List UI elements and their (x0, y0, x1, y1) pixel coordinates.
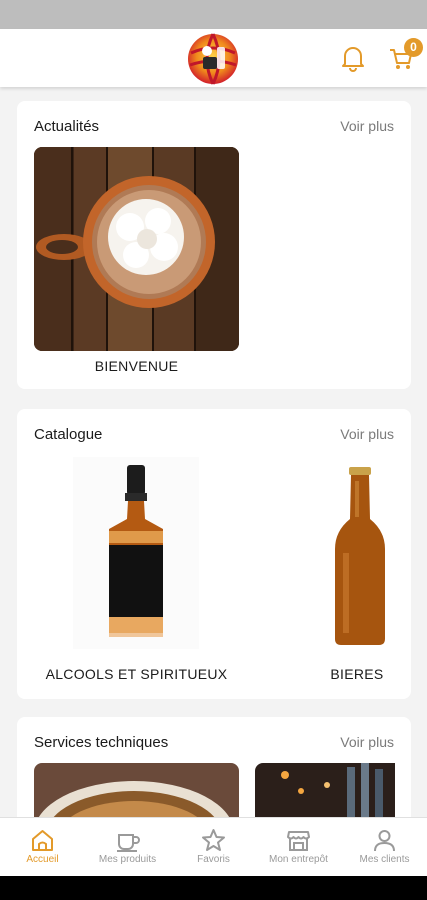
bell-icon[interactable] (340, 44, 366, 72)
nav-item-favorites[interactable]: Favoris (171, 818, 256, 877)
bottom-navigation: Accueil Mes produits Favoris Mon entrepô… (0, 817, 427, 876)
services-section: Services techniques Voir plus (17, 717, 411, 817)
nav-item-home[interactable]: Accueil (0, 818, 85, 877)
see-more-link[interactable]: Voir plus (340, 426, 394, 442)
nav-label: Mes produits (98, 854, 157, 865)
star-icon (202, 829, 225, 851)
globe-logo-icon[interactable] (187, 33, 239, 85)
coffee-image (34, 763, 239, 817)
section-title: Catalogue (34, 426, 103, 443)
see-more-link[interactable]: Voir plus (340, 118, 394, 134)
main-scroll[interactable]: Actualités Voir plus BIENVENUE Catalogue… (0, 87, 427, 817)
nav-item-warehouse[interactable]: Mon entrepôt (256, 818, 341, 877)
nav-item-clients[interactable]: Mes clients (342, 818, 427, 877)
cart-count-badge[interactable]: 0 (404, 38, 423, 57)
see-more-link[interactable]: Voir plus (340, 734, 394, 750)
catalog-item-label[interactable]: BIERES (307, 666, 407, 682)
whiskey-bottle-image[interactable] (73, 457, 199, 649)
nav-label: Mon entrepôt (269, 854, 328, 865)
store-icon (287, 831, 310, 851)
news-card-image[interactable] (34, 147, 239, 351)
nav-label: Accueil (26, 854, 59, 865)
status-bar (0, 0, 427, 29)
catalog-section: Catalogue Voir plus ALCOOLS ET SPIRITUEU… (17, 409, 411, 699)
beer-bottle-image[interactable] (313, 457, 403, 649)
section-title: Services techniques (34, 734, 169, 751)
nav-label: Mes clients (359, 854, 410, 865)
user-icon (374, 830, 395, 852)
news-section: Actualités Voir plus BIENVENUE (17, 101, 411, 389)
nav-item-products[interactable]: Mes produits (85, 818, 170, 877)
service-card-image[interactable] (255, 763, 395, 817)
cup-icon (117, 834, 140, 852)
coffee-cup-image (34, 147, 239, 351)
nav-label: Favoris (197, 854, 230, 865)
app-header: 0 (0, 29, 427, 87)
catalog-item-label[interactable]: ALCOOLS ET SPIRITUEUX (34, 666, 239, 682)
service-card-image[interactable] (34, 763, 239, 817)
home-icon (32, 830, 53, 851)
news-card-label[interactable]: BIENVENUE (34, 358, 239, 374)
system-navigation-bar (0, 876, 427, 900)
bar-taps-image (255, 763, 395, 817)
section-title: Actualités (34, 118, 100, 135)
